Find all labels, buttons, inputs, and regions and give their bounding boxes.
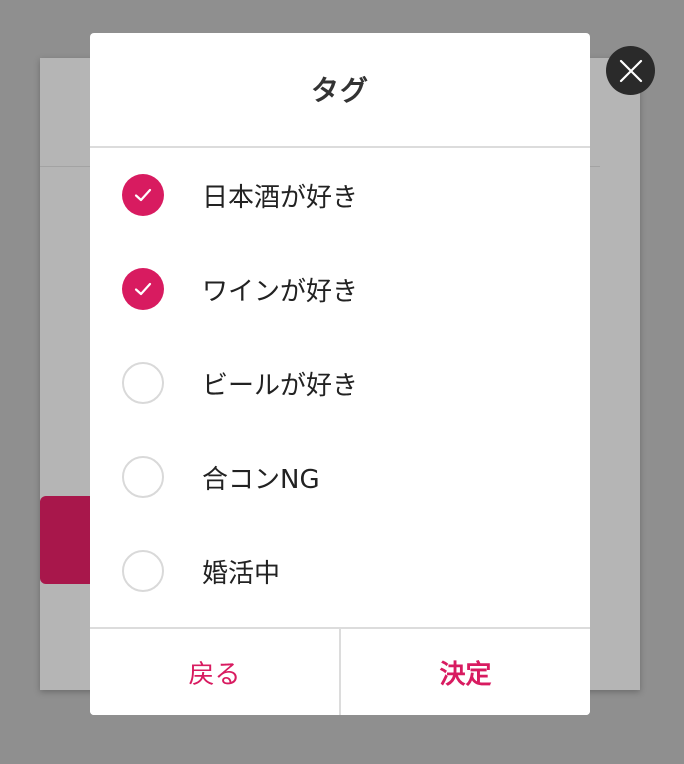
close-button[interactable] xyxy=(606,46,655,95)
checkmark-icon xyxy=(134,282,152,296)
close-icon xyxy=(619,59,642,82)
tag-label: 日本酒が好き xyxy=(202,182,359,213)
tag-item-sake[interactable]: 日本酒が好き xyxy=(90,148,590,242)
tag-list: 日本酒が好き ワインが好き ビールが好き 合コンNG 婚活中 xyxy=(90,148,590,618)
checkbox[interactable] xyxy=(122,550,164,592)
tag-label: ワインが好き xyxy=(202,276,359,307)
confirm-button[interactable]: 決定 xyxy=(341,629,590,715)
checkbox[interactable] xyxy=(122,456,164,498)
checkmark-icon xyxy=(134,188,152,202)
back-button[interactable]: 戻る xyxy=(90,629,341,715)
modal-footer: 戻る 決定 xyxy=(90,627,590,715)
modal-title: タグ xyxy=(310,73,369,107)
checkbox[interactable] xyxy=(122,362,164,404)
tag-item-goukon-ng[interactable]: 合コンNG xyxy=(90,430,590,524)
tag-label: 婚活中 xyxy=(202,558,281,589)
checkbox[interactable] xyxy=(122,268,164,310)
tag-label: 合コンNG xyxy=(202,464,320,495)
tag-item-beer[interactable]: ビールが好き xyxy=(90,336,590,430)
modal-header: タグ xyxy=(90,33,590,148)
tag-modal: タグ 日本酒が好き ワインが好き ビールが好き 合コンNG 婚活中 戻る 決定 xyxy=(90,33,590,715)
checkbox[interactable] xyxy=(122,174,164,216)
tag-item-konkatsu[interactable]: 婚活中 xyxy=(90,524,590,618)
tag-label: ビールが好き xyxy=(202,370,359,401)
tag-item-wine[interactable]: ワインが好き xyxy=(90,242,590,336)
